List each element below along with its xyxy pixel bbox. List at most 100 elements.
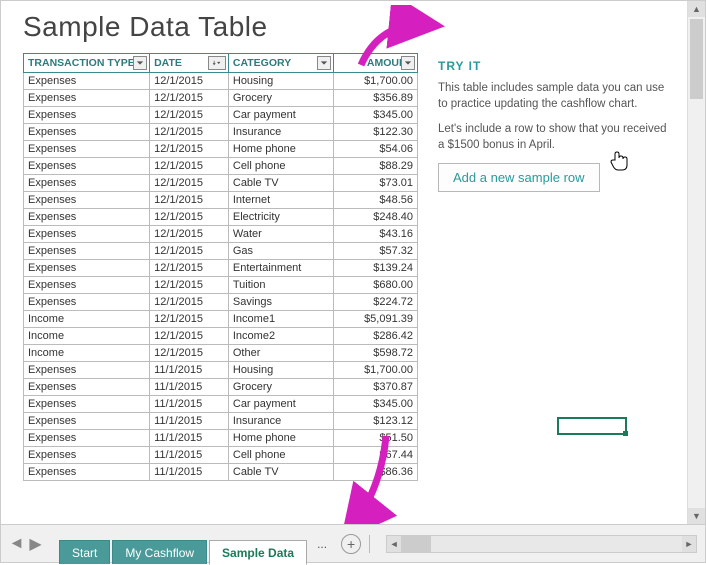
cell-type[interactable]: Expenses [24, 209, 150, 226]
cell-date[interactable]: 12/1/2015 [150, 90, 229, 107]
table-row[interactable]: Expenses11/1/2015Insurance$123.12 [24, 413, 418, 430]
table-row[interactable]: Expenses11/1/2015Grocery$370.87 [24, 379, 418, 396]
cell-type[interactable]: Expenses [24, 226, 150, 243]
cell-date[interactable]: 12/1/2015 [150, 328, 229, 345]
cell-type[interactable]: Expenses [24, 192, 150, 209]
scrollbar-thumb[interactable] [401, 536, 431, 552]
table-row[interactable]: Expenses12/1/2015Housing$1,700.00 [24, 73, 418, 90]
cell-category[interactable]: Grocery [228, 379, 333, 396]
cell-amount[interactable]: $1,700.00 [333, 73, 417, 90]
sort-desc-dropdown-icon[interactable] [208, 56, 226, 70]
cell-type[interactable]: Expenses [24, 430, 150, 447]
table-row[interactable]: Expenses11/1/2015Home phone$51.50 [24, 430, 418, 447]
cell-type[interactable]: Expenses [24, 294, 150, 311]
cell-date[interactable]: 12/1/2015 [150, 107, 229, 124]
table-row[interactable]: Expenses11/1/2015Housing$1,700.00 [24, 362, 418, 379]
cell-type[interactable]: Expenses [24, 379, 150, 396]
cell-amount[interactable]: $73.01 [333, 175, 417, 192]
cell-type[interactable]: Expenses [24, 464, 150, 481]
cell-amount[interactable]: $224.72 [333, 294, 417, 311]
cell-date[interactable]: 12/1/2015 [150, 158, 229, 175]
cell-category[interactable]: Income1 [228, 311, 333, 328]
cell-type[interactable]: Expenses [24, 175, 150, 192]
cell-date[interactable]: 12/1/2015 [150, 124, 229, 141]
table-row[interactable]: Income12/1/2015Income1$5,091.39 [24, 311, 418, 328]
filter-dropdown-icon[interactable] [133, 56, 147, 70]
tab-more[interactable]: ... [309, 533, 335, 555]
cell-amount[interactable]: $680.00 [333, 277, 417, 294]
cell-amount[interactable]: $48.56 [333, 192, 417, 209]
tab-start[interactable]: Start [59, 540, 110, 564]
cell-type[interactable]: Expenses [24, 90, 150, 107]
cell-type[interactable]: Expenses [24, 107, 150, 124]
cell-amount[interactable]: $57.32 [333, 243, 417, 260]
table-row[interactable]: Expenses11/1/2015Cable TV$86.36 [24, 464, 418, 481]
cell-date[interactable]: 11/1/2015 [150, 413, 229, 430]
table-row[interactable]: Expenses11/1/2015Car payment$345.00 [24, 396, 418, 413]
cell-category[interactable]: Electricity [228, 209, 333, 226]
cell-category[interactable]: Car payment [228, 396, 333, 413]
table-row[interactable]: Expenses12/1/2015Cell phone$88.29 [24, 158, 418, 175]
cell-date[interactable]: 11/1/2015 [150, 464, 229, 481]
cell-type[interactable]: Expenses [24, 447, 150, 464]
cell-type[interactable]: Expenses [24, 277, 150, 294]
header-transaction-type[interactable]: TRANSACTION TYPE [24, 54, 150, 73]
header-date[interactable]: DATE [150, 54, 229, 73]
table-row[interactable]: Expenses12/1/2015Gas$57.32 [24, 243, 418, 260]
table-row[interactable]: Expenses12/1/2015Insurance$122.30 [24, 124, 418, 141]
cell-category[interactable]: Housing [228, 73, 333, 90]
cell-date[interactable]: 11/1/2015 [150, 396, 229, 413]
cell-category[interactable]: Gas [228, 243, 333, 260]
cell-amount[interactable]: $286.42 [333, 328, 417, 345]
tab-nav-next[interactable]: ▶ [28, 536, 43, 551]
table-row[interactable]: Expenses12/1/2015Car payment$345.00 [24, 107, 418, 124]
cell-amount[interactable]: $67.44 [333, 447, 417, 464]
cell-amount[interactable]: $5,091.39 [333, 311, 417, 328]
cell-amount[interactable]: $1,700.00 [333, 362, 417, 379]
cell-category[interactable]: Water [228, 226, 333, 243]
cell-type[interactable]: Income [24, 345, 150, 362]
cell-amount[interactable]: $54.06 [333, 141, 417, 158]
cell-amount[interactable]: $123.12 [333, 413, 417, 430]
cell-amount[interactable]: $345.00 [333, 107, 417, 124]
selected-cell[interactable] [557, 417, 627, 435]
cell-category[interactable]: Car payment [228, 107, 333, 124]
table-row[interactable]: Expenses11/1/2015Cell phone$67.44 [24, 447, 418, 464]
cell-amount[interactable]: $356.89 [333, 90, 417, 107]
cell-date[interactable]: 12/1/2015 [150, 311, 229, 328]
cell-type[interactable]: Income [24, 328, 150, 345]
cell-type[interactable]: Expenses [24, 243, 150, 260]
table-row[interactable]: Expenses12/1/2015Entertainment$139.24 [24, 260, 418, 277]
cell-category[interactable]: Grocery [228, 90, 333, 107]
cell-amount[interactable]: $43.16 [333, 226, 417, 243]
vertical-scrollbar[interactable]: ▲ ▼ [687, 1, 705, 524]
cell-category[interactable]: Insurance [228, 413, 333, 430]
cell-type[interactable]: Expenses [24, 158, 150, 175]
header-category[interactable]: CATEGORY [228, 54, 333, 73]
scroll-up-icon[interactable]: ▲ [688, 1, 705, 17]
cell-category[interactable]: Income2 [228, 328, 333, 345]
cell-category[interactable]: Cell phone [228, 158, 333, 175]
cell-category[interactable]: Insurance [228, 124, 333, 141]
cell-category[interactable]: Tuition [228, 277, 333, 294]
table-row[interactable]: Expenses12/1/2015Internet$48.56 [24, 192, 418, 209]
filter-dropdown-icon[interactable] [401, 56, 415, 70]
cell-amount[interactable]: $51.50 [333, 430, 417, 447]
cell-category[interactable]: Home phone [228, 141, 333, 158]
cell-date[interactable]: 12/1/2015 [150, 226, 229, 243]
cell-date[interactable]: 11/1/2015 [150, 362, 229, 379]
cell-type[interactable]: Expenses [24, 413, 150, 430]
cell-date[interactable]: 11/1/2015 [150, 379, 229, 396]
table-row[interactable]: Expenses12/1/2015Electricity$248.40 [24, 209, 418, 226]
cell-date[interactable]: 12/1/2015 [150, 192, 229, 209]
cell-amount[interactable]: $86.36 [333, 464, 417, 481]
cell-date[interactable]: 11/1/2015 [150, 447, 229, 464]
cell-amount[interactable]: $248.40 [333, 209, 417, 226]
tab-sample-data[interactable]: Sample Data [209, 540, 307, 565]
cell-type[interactable]: Expenses [24, 260, 150, 277]
cell-category[interactable]: Cell phone [228, 447, 333, 464]
cell-date[interactable]: 12/1/2015 [150, 73, 229, 90]
cell-amount[interactable]: $598.72 [333, 345, 417, 362]
cell-category[interactable]: Cable TV [228, 464, 333, 481]
cell-date[interactable]: 12/1/2015 [150, 260, 229, 277]
